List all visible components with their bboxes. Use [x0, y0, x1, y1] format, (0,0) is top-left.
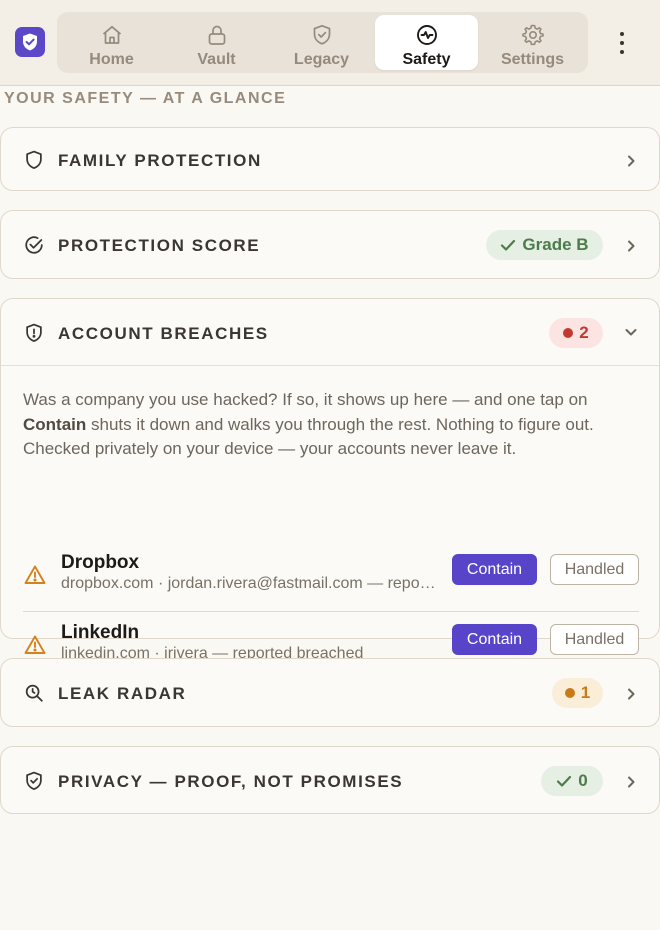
tab-safety[interactable]: Safety — [375, 15, 478, 70]
top-bar: Home Vault Legacy Safety Settings — [0, 0, 660, 86]
grade-badge-label: Grade B — [522, 235, 589, 254]
shield-logo-icon[interactable] — [15, 27, 45, 57]
breach-desc-text-2: shuts it down and walks you through the … — [23, 414, 594, 459]
breach-desc-contain: Contain — [23, 414, 87, 434]
check-circle-icon — [25, 236, 43, 254]
amber-dot-icon — [564, 688, 575, 698]
breach-item: Dropbox dropbox.com · jordan.rivera@fast… — [23, 542, 639, 612]
search-icon — [25, 684, 43, 702]
leak-radar-title: LEAK RADAR — [58, 684, 187, 703]
protection-score-card: PROTECTION SCORE Grade B — [0, 210, 660, 279]
check-icon — [557, 775, 572, 787]
protection-score-title: PROTECTION SCORE — [58, 236, 261, 255]
privacy-count: 0 — [578, 771, 588, 790]
tab-legacy[interactable]: Legacy — [270, 15, 373, 70]
family-protection-header[interactable]: FAMILY PROTECTION — [1, 128, 659, 192]
handled-button[interactable]: Handled — [550, 624, 639, 655]
contain-button[interactable]: Contain — [452, 624, 537, 655]
chevron-right-icon — [628, 776, 635, 788]
tab-vault[interactable]: Vault — [165, 15, 268, 70]
tab-vault-label: Vault — [197, 51, 236, 68]
breach-desc-text: Was a company you use hacked? If so, it … — [23, 390, 588, 409]
tab-home[interactable]: Home — [60, 15, 163, 70]
privacy-card: PRIVACY — PROOF, NOT PROMISES 0 — [0, 746, 660, 814]
pulse-icon — [416, 25, 437, 45]
home-icon — [102, 25, 121, 44]
gear-icon — [521, 24, 544, 46]
account-breaches-card: ACCOUNT BREACHES 2 Was a company you use… — [0, 298, 660, 682]
tab-legacy-label: Legacy — [293, 51, 350, 68]
chevron-right-icon — [628, 155, 635, 167]
warning-icon — [24, 635, 46, 654]
breach-item-name: Dropbox — [61, 552, 140, 573]
check-icon — [501, 239, 516, 251]
warning-icon — [24, 565, 46, 584]
main-tab-bar: Home Vault Legacy Safety Settings — [57, 12, 588, 73]
leak-count: 1 — [580, 683, 591, 702]
privacy-count-badge: 0 — [541, 766, 603, 796]
breach-count: 2 — [579, 323, 589, 342]
shield-alert-icon — [26, 323, 42, 342]
privacy-title: PRIVACY — PROOF, NOT PROMISES — [58, 772, 404, 791]
page-title: YOUR SAFETY — AT A GLANCE — [4, 90, 287, 107]
chevron-right-icon — [628, 688, 635, 700]
red-dot-icon — [563, 328, 574, 338]
grade-badge: Grade B — [486, 230, 603, 260]
breach-description: Was a company you use hacked? If so, it … — [23, 388, 633, 462]
more-vertical-icon[interactable] — [610, 28, 634, 58]
leak-count-badge: 1 — [552, 678, 603, 708]
breach-item-detail: dropbox.com · jordan.rivera@fastmail.com… — [61, 575, 439, 592]
breach-item-name: LinkedIn — [61, 622, 140, 643]
account-breaches-title: ACCOUNT BREACHES — [58, 324, 269, 343]
privacy-header[interactable]: PRIVACY — PROOF, NOT PROMISES 0 — [1, 747, 659, 815]
contain-button[interactable]: Contain — [452, 554, 537, 585]
account-breaches-body: Was a company you use hacked? If so, it … — [1, 365, 659, 682]
tab-safety-label: Safety — [402, 51, 451, 68]
account-breaches-header[interactable]: ACCOUNT BREACHES 2 — [1, 299, 659, 365]
chevron-down-icon — [625, 329, 637, 336]
tab-settings-label: Settings — [500, 51, 565, 68]
tab-settings[interactable]: Settings — [481, 15, 584, 70]
family-protection-title: FAMILY PROTECTION — [58, 151, 262, 170]
lock-icon — [208, 25, 225, 45]
leak-radar-card: LEAK RADAR 1 — [0, 658, 660, 727]
family-protection-card: FAMILY PROTECTION — [0, 127, 660, 191]
shield-icon — [26, 150, 42, 169]
tab-home-label: Home — [89, 51, 134, 68]
protection-score-header[interactable]: PROTECTION SCORE Grade B — [1, 211, 659, 280]
shield-check-icon — [313, 24, 330, 45]
handled-button[interactable]: Handled — [550, 554, 639, 585]
chevron-right-icon — [628, 240, 635, 252]
shield-check-icon — [26, 771, 42, 790]
breach-count-badge: 2 — [549, 318, 603, 348]
leak-radar-header[interactable]: LEAK RADAR 1 — [1, 659, 659, 728]
